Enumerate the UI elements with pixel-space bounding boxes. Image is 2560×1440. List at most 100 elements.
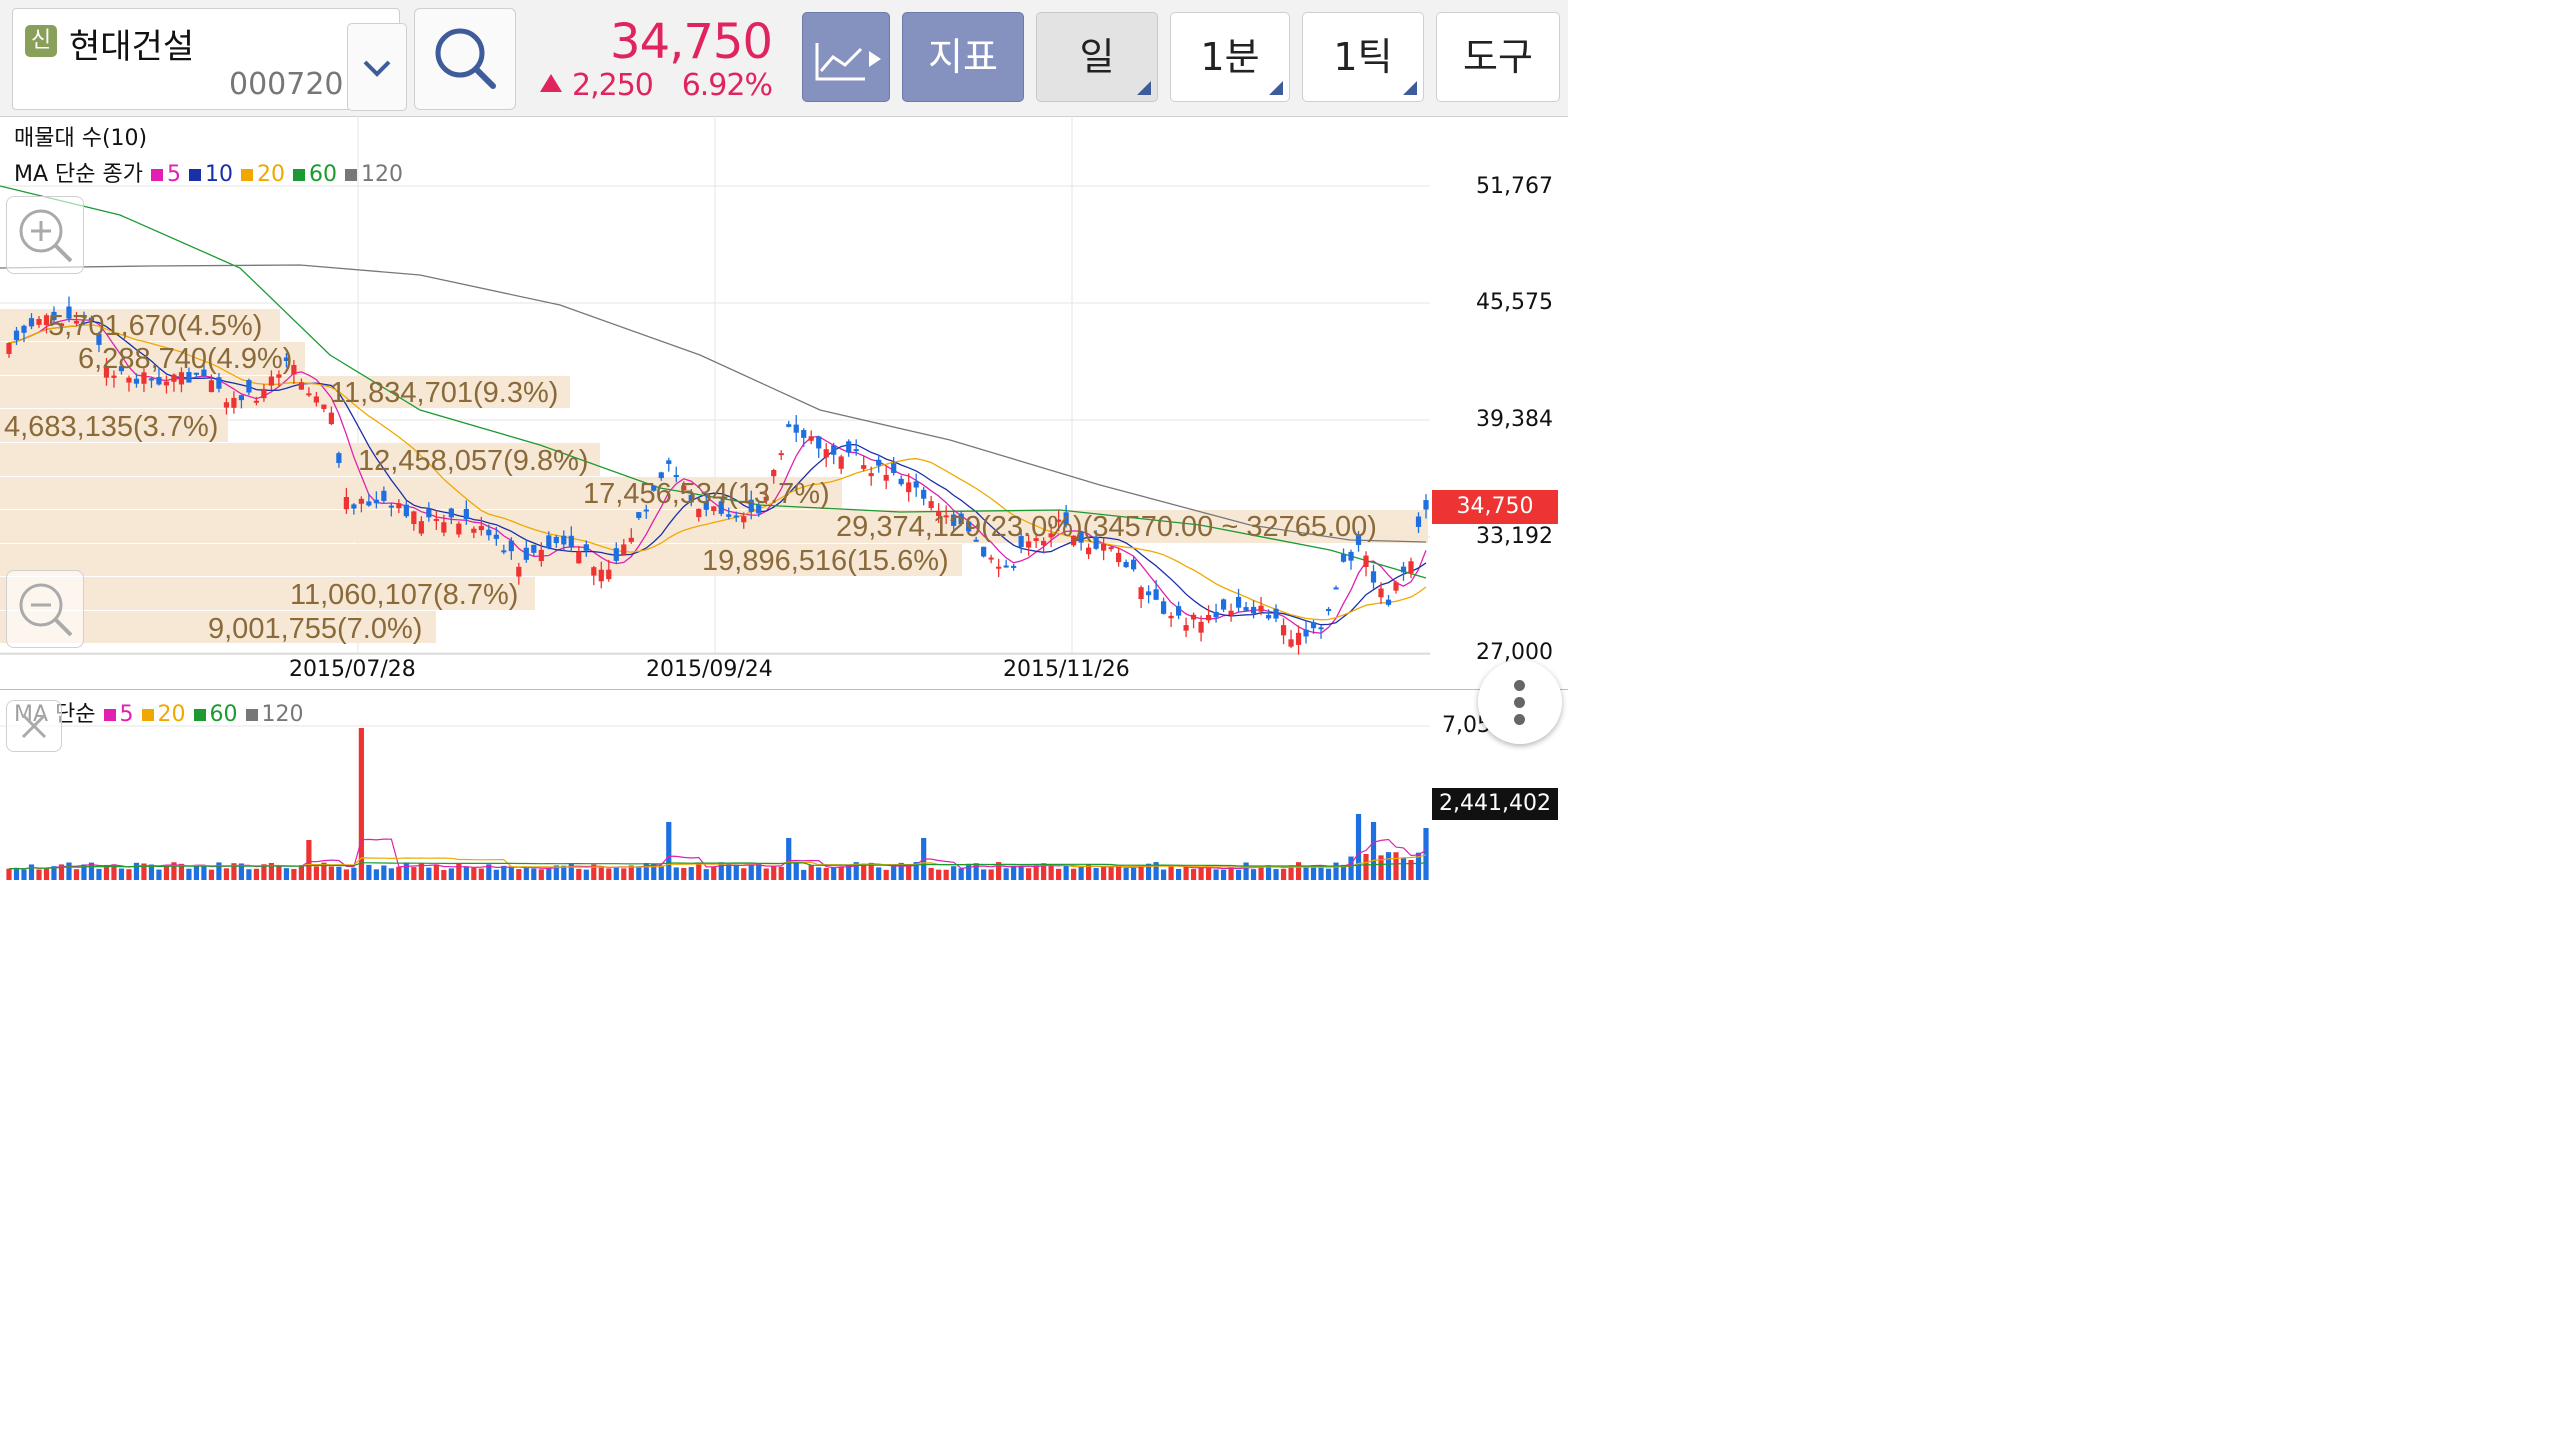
legend-period: 120 [261, 702, 304, 727]
candle-body [343, 496, 349, 510]
volume-bar [21, 869, 27, 880]
candle-body [853, 449, 859, 452]
close-icon [21, 713, 47, 739]
candle-body [1101, 543, 1107, 551]
volume-bar [1131, 867, 1137, 880]
candle-body [1273, 608, 1279, 619]
price-chart[interactable]: 5,701,670(4.5%)6,288,740(4.9%) 11,834,701… [0, 116, 1568, 690]
volume-bar [1213, 869, 1219, 880]
candle-body [1258, 605, 1264, 612]
volume-bar [1101, 867, 1107, 880]
volume-bar [253, 868, 260, 880]
candle-body [778, 453, 784, 456]
candle-body [673, 475, 679, 478]
indicator-button[interactable]: 지표 [902, 12, 1024, 102]
candle-body [516, 566, 522, 577]
volume-bar [463, 866, 469, 880]
zoom-out-button[interactable] [6, 570, 84, 648]
candle-body [388, 505, 394, 508]
tools-button[interactable]: 도구 [1436, 12, 1560, 102]
candle-body [208, 380, 215, 393]
period-minute-button[interactable]: 1분 [1170, 12, 1290, 102]
volume-bar [396, 866, 402, 880]
period-day-button[interactable]: 일 [1036, 12, 1158, 102]
volume-bar [763, 868, 769, 880]
volume-bar [1280, 868, 1287, 880]
candle-body [441, 522, 447, 533]
chart-type-button[interactable] [802, 12, 890, 102]
candle-body [801, 430, 807, 438]
stock-code: 000720 [229, 67, 344, 102]
candle-body [598, 569, 604, 582]
stock-dropdown-button[interactable] [347, 23, 407, 111]
candle-body [1310, 622, 1317, 629]
more-options-button[interactable] [1478, 660, 1562, 744]
volume-profile-label: 11,834,701(9.3%) [330, 377, 558, 409]
volume-bar [403, 862, 409, 880]
volume-bar [1183, 866, 1189, 880]
volume-bar [696, 863, 702, 880]
candle-body [148, 378, 155, 381]
candle-body [163, 381, 170, 386]
volume-bar [43, 868, 50, 880]
volume-bar [508, 866, 514, 880]
volume-bar [1078, 865, 1084, 880]
candle-body [493, 534, 499, 539]
period-tick-button[interactable]: 1틱 [1302, 12, 1424, 102]
volume-bar [471, 867, 477, 880]
volume-profile-label: 4,683,135(3.7%) [4, 411, 218, 443]
dropdown-corner-icon [1137, 81, 1151, 95]
candle-body [1220, 599, 1227, 610]
zoom-in-button[interactable] [6, 196, 84, 274]
volume-bar [1123, 868, 1129, 880]
volume-bar [501, 865, 507, 880]
volume-bar [831, 867, 837, 880]
volume-bar [1093, 867, 1099, 880]
top-toolbar: 신 현대건설 000720 34,750 2,250 6.92% 지표 일 1분 [0, 0, 1568, 117]
legend-swatch [103, 709, 116, 721]
volume-profile-label: 11,060,107(8.7%) [290, 579, 518, 611]
volume-bar [1363, 853, 1369, 880]
candle-body [463, 509, 469, 520]
close-volume-button[interactable] [6, 700, 62, 752]
volume-bar [343, 869, 349, 880]
search-button[interactable] [414, 8, 516, 110]
volume-bar [1393, 852, 1399, 880]
candle-body [1393, 582, 1399, 591]
volume-bar [906, 864, 912, 880]
volume-bar [1108, 867, 1114, 880]
volume-bar [598, 866, 604, 880]
candle-body [621, 544, 627, 555]
volume-bar [1116, 865, 1122, 880]
candle-body [403, 504, 409, 517]
date-axis-tick: 2015/11/26 [1003, 657, 1130, 682]
volume-bar [673, 867, 679, 880]
candle-body [831, 445, 837, 455]
volume-profile-label: 17,456,534(13.7%) [583, 478, 830, 510]
candle-body [1168, 615, 1174, 619]
volume-bar [1160, 869, 1167, 880]
legend-period: 60 [308, 162, 337, 187]
volume-bar [426, 867, 432, 880]
volume-bar [658, 865, 664, 880]
volume-profile-label: 29,374,129(23.0%)(34570.00 ~ 32765.00) [836, 511, 1377, 543]
candle-body [501, 550, 507, 553]
candle-body [6, 343, 12, 354]
legend-period: 5 [119, 702, 134, 727]
candle-body [891, 463, 897, 473]
volume-bar [1071, 868, 1077, 880]
stock-selector[interactable]: 신 현대건설 000720 [12, 8, 407, 111]
volume-bar [726, 864, 732, 880]
legend-swatch [141, 709, 154, 721]
volume-bar [1063, 864, 1069, 880]
volume-bar [1048, 864, 1054, 880]
volume-bar [681, 867, 687, 880]
candle-body [1378, 588, 1384, 598]
volume-bar [936, 869, 942, 880]
current-price: 34,750 [610, 14, 773, 70]
volume-bar [366, 864, 372, 880]
legend-swatch [240, 169, 253, 181]
candle-body [156, 377, 162, 385]
legend-period: 20 [256, 162, 285, 187]
candle-body [471, 528, 477, 533]
